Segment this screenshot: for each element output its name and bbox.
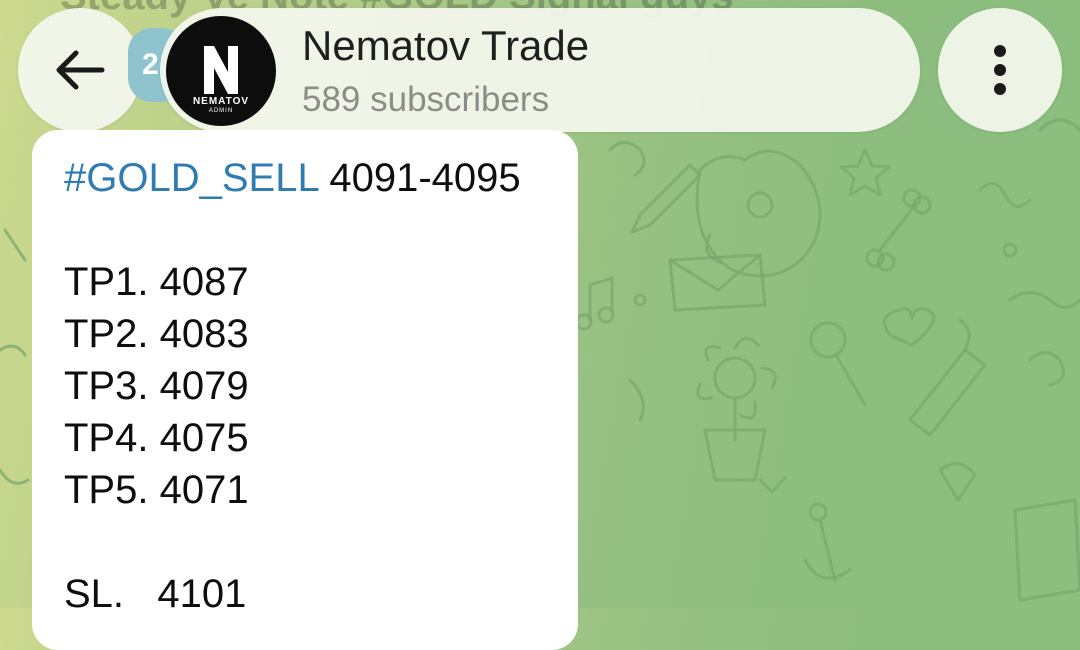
back-button[interactable] — [18, 8, 142, 132]
take-profit-line: TP2. 4083 — [64, 312, 249, 356]
hashtag-link[interactable]: #GOLD_SELL — [64, 156, 318, 200]
more-options-button[interactable] — [938, 8, 1062, 132]
take-profit-line: TP3. 4079 — [64, 364, 249, 408]
more-vertical-icon — [994, 45, 1006, 95]
avatar-brand-text: NEMATOV — [192, 96, 250, 107]
channel-header[interactable]: NEMATOV ADMIN Nematov Trade 589 subscrib… — [160, 8, 920, 132]
signal-headline: #GOLD_SELL 4091-4095 — [64, 152, 546, 204]
stop-loss-line: SL. 4101 — [64, 572, 247, 616]
message-bubble[interactable]: #GOLD_SELL 4091-4095 TP1. 4087 TP2. 4083… — [32, 130, 578, 650]
arrow-left-icon — [56, 50, 105, 90]
peek-badge-text: 2 — [142, 48, 159, 81]
take-profit-line: TP4. 4075 — [64, 416, 249, 460]
entry-range: 4091-4095 — [318, 156, 521, 200]
channel-avatar[interactable]: NEMATOV ADMIN — [166, 16, 276, 126]
take-profit-line: TP5. 4071 — [64, 468, 249, 512]
subscriber-count: 589 subscribers — [302, 80, 550, 119]
avatar-sub-text: ADMIN — [208, 108, 234, 114]
take-profit-line: TP1. 4087 — [64, 260, 249, 304]
channel-title: Nematov Trade — [302, 22, 590, 69]
